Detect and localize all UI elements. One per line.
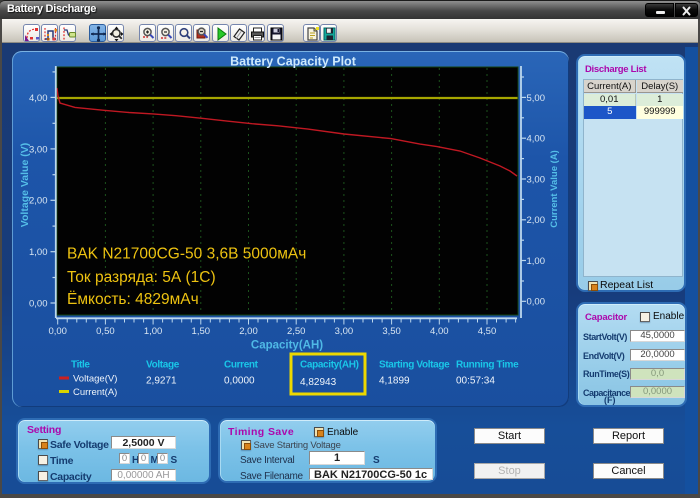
svg-text:Capacity(AH): Capacity(AH) — [251, 340, 323, 352]
svg-text:0,50: 0,50 — [96, 326, 115, 337]
svg-text:Starting Voltage: Starting Voltage — [379, 360, 450, 371]
svg-text:5,00: 5,00 — [527, 93, 546, 104]
svg-text:1,00: 1,00 — [144, 326, 163, 337]
svg-text:2,00: 2,00 — [239, 326, 258, 337]
svg-text:Voltage: Voltage — [146, 360, 180, 371]
svg-text:0,00: 0,00 — [527, 297, 546, 308]
svg-text:2,00: 2,00 — [527, 215, 546, 226]
svg-text:0,00: 0,00 — [29, 298, 48, 309]
svg-text:1,50: 1,50 — [192, 326, 211, 337]
svg-text:Title: Title — [71, 360, 90, 371]
svg-text:4,00: 4,00 — [29, 93, 48, 104]
svg-text:3,00: 3,00 — [527, 174, 546, 185]
svg-text:3,00: 3,00 — [29, 144, 48, 155]
svg-text:4,00: 4,00 — [430, 326, 449, 337]
svg-text:Current(A): Current(A) — [73, 387, 117, 398]
svg-text:Current Value (A): Current Value (A) — [549, 150, 560, 228]
svg-text:0,0000: 0,0000 — [224, 376, 255, 387]
svg-text:Battery Capacity Plot: Battery Capacity Plot — [230, 55, 357, 69]
svg-text:Ёмкость: 4829мАч: Ёмкость: 4829мАч — [67, 291, 199, 308]
svg-text:2,00: 2,00 — [29, 196, 48, 207]
svg-text:Capacity(AH): Capacity(AH) — [300, 360, 359, 371]
svg-text:2,9271: 2,9271 — [146, 376, 177, 387]
svg-text:1,00: 1,00 — [29, 247, 48, 258]
svg-text:0,00: 0,00 — [48, 326, 67, 337]
svg-text:4,50: 4,50 — [478, 326, 497, 337]
svg-text:4,1899: 4,1899 — [379, 376, 410, 387]
svg-text:Voltage Value (V): Voltage Value (V) — [19, 143, 31, 227]
svg-text:BAK N21700CG-50 3,6В 5000мАч: BAK N21700CG-50 3,6В 5000мАч — [67, 246, 306, 263]
svg-text:4,00: 4,00 — [527, 134, 546, 145]
svg-text:3,00: 3,00 — [335, 326, 354, 337]
svg-text:Running Time: Running Time — [456, 360, 519, 371]
svg-text:Ток разряда: 5А (1С): Ток разряда: 5А (1С) — [67, 269, 216, 286]
svg-text:2,50: 2,50 — [287, 326, 306, 337]
svg-text:4,82943: 4,82943 — [300, 377, 337, 388]
svg-text:3,50: 3,50 — [382, 326, 401, 337]
svg-text:00:57:34: 00:57:34 — [456, 376, 495, 387]
svg-text:Current: Current — [224, 360, 259, 371]
svg-text:Voltage(V): Voltage(V) — [73, 374, 117, 385]
svg-text:1,00: 1,00 — [527, 256, 546, 267]
